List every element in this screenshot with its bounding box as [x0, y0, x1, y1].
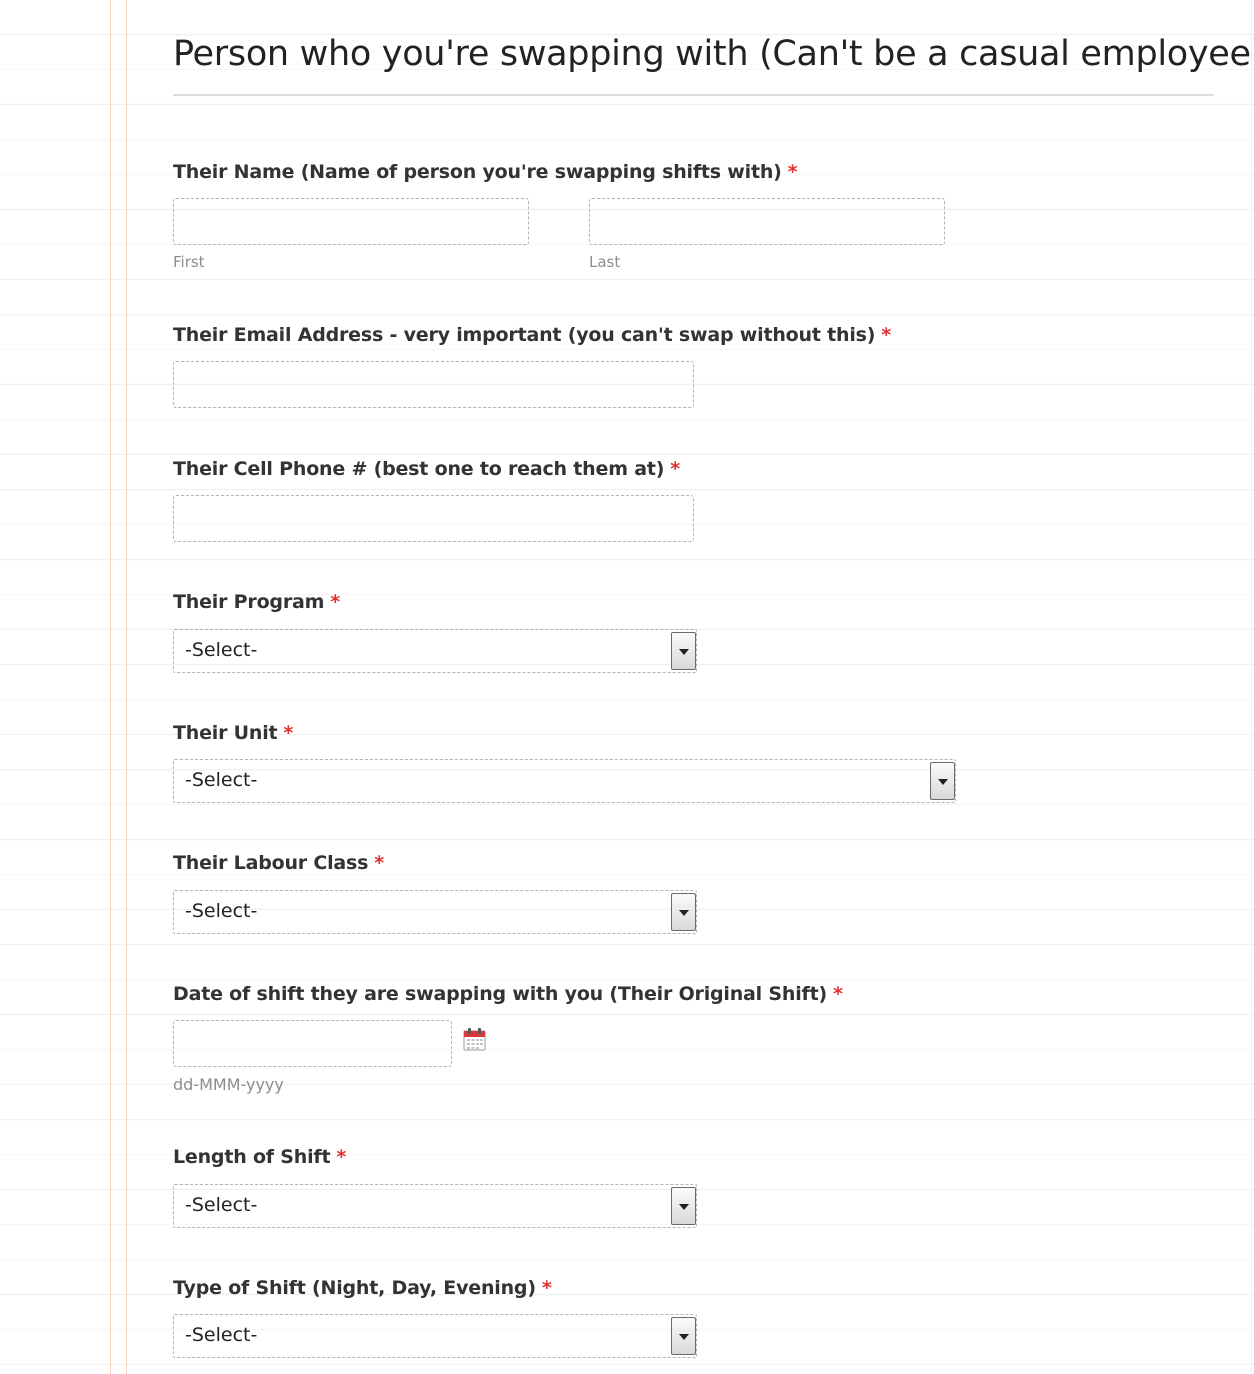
last-name-input[interactable]: [589, 198, 945, 245]
required-marker: *: [330, 591, 340, 613]
required-marker: *: [881, 324, 892, 346]
section-title: Person who you're swapping with (Can't b…: [173, 34, 1254, 74]
shift-length-label: Length of Shift *: [173, 1146, 347, 1168]
required-marker: *: [336, 1146, 347, 1168]
program-label: Their Program *: [173, 591, 340, 613]
shift-date-label: Date of shift they are swapping with you…: [173, 983, 843, 1005]
notebook-margin-line: [126, 0, 127, 1374]
email-label: Their Email Address - very important (yo…: [173, 324, 892, 346]
unit-select[interactable]: -Select-: [173, 759, 956, 803]
chevron-down-icon[interactable]: [671, 1187, 696, 1225]
chevron-down-icon[interactable]: [671, 893, 696, 931]
program-select[interactable]: -Select-: [173, 629, 697, 673]
shift-length-selected-value: -Select-: [185, 1194, 258, 1216]
phone-input[interactable]: [173, 495, 694, 542]
name-label: Their Name (Name of person you're swappi…: [173, 161, 798, 183]
required-marker: *: [787, 161, 798, 183]
required-marker: *: [374, 852, 385, 874]
chevron-down-icon[interactable]: [930, 762, 955, 800]
first-name-sublabel: First: [173, 253, 205, 271]
unit-label: Their Unit *: [173, 722, 294, 744]
last-name-sublabel: Last: [589, 253, 621, 271]
unit-selected-value: -Select-: [185, 769, 258, 791]
shift-length-select[interactable]: -Select-: [173, 1184, 697, 1228]
required-marker: *: [832, 983, 843, 1005]
email-input[interactable]: [173, 361, 694, 408]
first-name-input[interactable]: [173, 198, 529, 245]
labour-class-label: Their Labour Class *: [173, 852, 385, 874]
shift-type-select[interactable]: -Select-: [173, 1314, 697, 1358]
date-format-hint: dd-MMM-yyyy: [173, 1075, 284, 1094]
required-marker: *: [541, 1277, 552, 1299]
section-divider: [173, 94, 1214, 96]
required-marker: *: [283, 722, 294, 744]
shift-type-selected-value: -Select-: [185, 1324, 258, 1346]
shift-date-input[interactable]: [173, 1020, 452, 1067]
calendar-icon[interactable]: [463, 1027, 486, 1051]
chevron-down-icon[interactable]: [671, 632, 696, 670]
chevron-down-icon[interactable]: [671, 1317, 696, 1355]
page-edge: [1251, 0, 1252, 1374]
notebook-margin-line: [110, 0, 111, 1374]
phone-label: Their Cell Phone # (best one to reach th…: [173, 458, 680, 480]
program-selected-value: -Select-: [185, 639, 258, 661]
shift-type-label: Type of Shift (Night, Day, Evening) *: [173, 1277, 552, 1299]
labour-class-selected-value: -Select-: [185, 900, 258, 922]
required-marker: *: [670, 458, 680, 480]
labour-class-select[interactable]: -Select-: [173, 890, 697, 934]
